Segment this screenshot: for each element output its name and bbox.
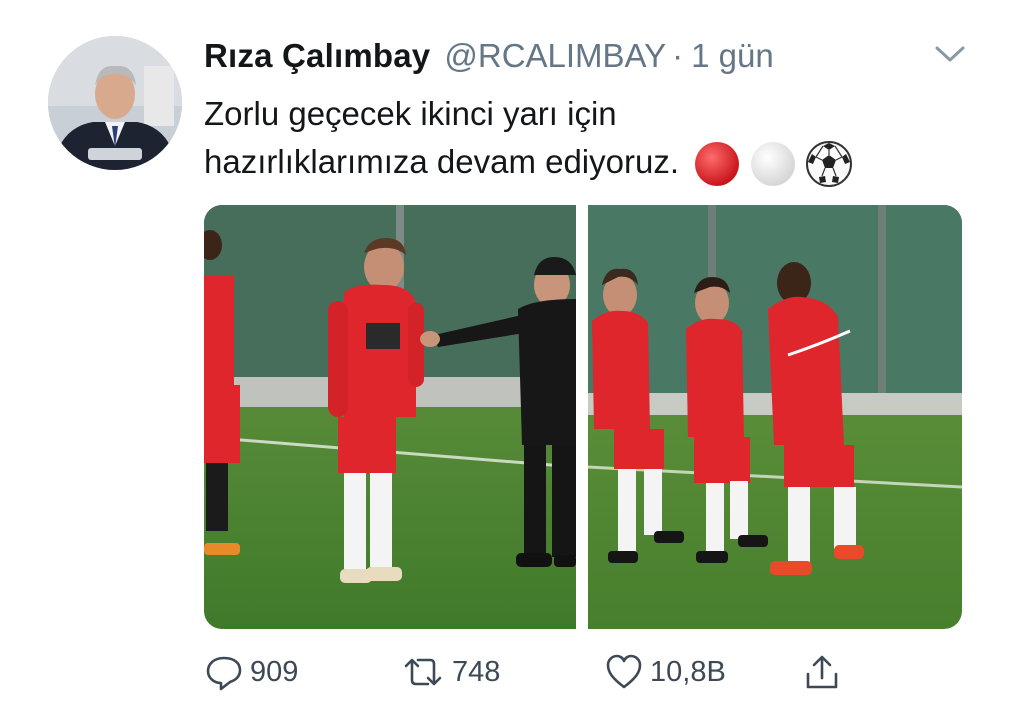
training-photo-left[interactable] — [204, 205, 576, 629]
separator-dot: · — [672, 37, 684, 74]
training-photo-right[interactable] — [588, 205, 962, 629]
tweet-actions: 909 748 10,8B — [0, 648, 1010, 698]
author-handle[interactable]: @RCALIMBAY — [444, 37, 666, 75]
tweet-media[interactable] — [204, 205, 962, 629]
like-button[interactable]: 10,8B — [604, 648, 726, 696]
tweet-card[interactable]: Rıza Çalımbay @RCALIMBAY · 1 gün Zorlu g… — [0, 0, 1010, 720]
tweet-text-line-2: hazırlıklarımıza devam ediyoruz. — [204, 138, 964, 188]
tweet-timestamp[interactable]: 1 gün — [691, 37, 774, 75]
retweet-icon — [400, 652, 446, 692]
tweet-text: Zorlu geçecek ikinci yarı için hazırlıkl… — [204, 90, 964, 188]
reply-count: 909 — [250, 655, 299, 688]
heart-icon — [604, 652, 644, 692]
chevron-down-icon[interactable] — [932, 40, 968, 68]
like-count: 10,8B — [650, 655, 726, 688]
share-button[interactable] — [802, 648, 842, 696]
reply-button[interactable]: 909 — [204, 648, 298, 696]
share-icon — [802, 652, 842, 692]
red-circle-icon — [693, 140, 741, 188]
reply-icon — [204, 652, 244, 692]
avatar[interactable] — [48, 36, 182, 170]
tweet-text-line-1: Zorlu geçecek ikinci yarı için — [204, 95, 617, 132]
avatar-image — [48, 36, 182, 170]
author-name[interactable]: Rıza Çalımbay — [204, 37, 430, 75]
retweet-button[interactable]: 748 — [400, 648, 500, 696]
retweet-count: 748 — [452, 655, 501, 688]
tweet-text-line-2-words: hazırlıklarımıza devam ediyoruz. — [204, 143, 680, 180]
tweet-header: Rıza Çalımbay @RCALIMBAY · 1 gün — [204, 30, 774, 82]
white-circle-icon — [749, 140, 797, 188]
soccer-ball-icon — [805, 140, 853, 188]
